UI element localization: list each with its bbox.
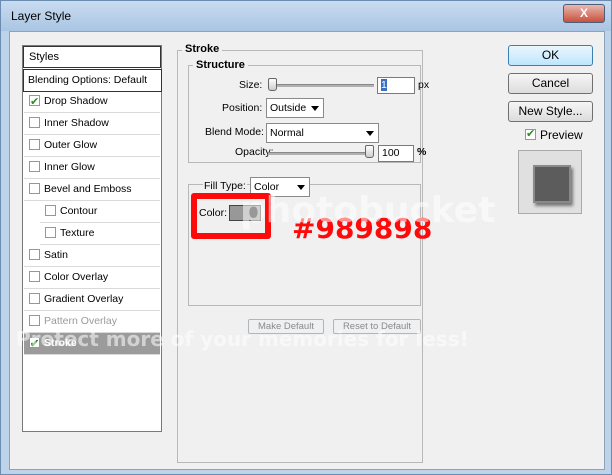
close-button[interactable]: X xyxy=(563,4,605,23)
style-item-contour[interactable]: Contour xyxy=(40,201,160,223)
style-checkbox[interactable] xyxy=(29,182,40,194)
size-unit: px xyxy=(418,79,430,91)
size-label: Size: xyxy=(239,79,263,91)
style-item-color-overlay[interactable]: Color Overlay xyxy=(24,267,160,289)
style-item-label: Inner Glow xyxy=(44,161,95,173)
style-item-gradient-overlay[interactable]: Gradient Overlay xyxy=(24,289,160,311)
watermark-tagline: Protect more of your memories for less! xyxy=(16,327,469,351)
size-slider-thumb[interactable] xyxy=(268,78,277,91)
style-checkbox[interactable] xyxy=(29,160,40,172)
style-preview xyxy=(518,150,582,214)
new-style-button[interactable]: New Style... xyxy=(508,101,593,122)
style-item-texture[interactable]: Texture xyxy=(40,223,160,245)
blend-mode-label: Blend Mode: xyxy=(205,126,264,138)
style-item-label: Outer Glow xyxy=(44,139,98,151)
preview-thumbnail xyxy=(533,165,571,203)
size-value-text: 1 xyxy=(381,79,387,91)
style-item-label: Blending Options: Default xyxy=(28,74,148,86)
position-label: Position: xyxy=(222,102,263,114)
style-checkbox[interactable] xyxy=(29,138,40,150)
styles-header: Styles xyxy=(23,46,161,68)
style-checkbox[interactable] xyxy=(29,314,40,326)
preview-label: Preview xyxy=(540,128,583,142)
styles-list: Styles Blending Options: Default Drop Sha… xyxy=(22,45,162,432)
preview-checkbox[interactable] xyxy=(525,126,536,142)
dialog-client-area: Styles Blending Options: Default Drop Sha… xyxy=(9,31,605,470)
opacity-unit: % xyxy=(417,146,427,158)
photobucket-watermark: photobucket xyxy=(240,190,496,231)
style-item-label: Contour xyxy=(60,205,98,217)
opacity-input[interactable]: 100 xyxy=(378,145,414,162)
style-item-satin[interactable]: Satin xyxy=(24,245,160,267)
style-checkbox[interactable] xyxy=(29,92,40,113)
size-slider-track[interactable] xyxy=(268,84,374,87)
position-value: Outside xyxy=(270,102,307,114)
opacity-slider-track[interactable] xyxy=(268,152,374,155)
window-title: Layer Style xyxy=(11,9,72,23)
style-item-label: Bevel and Emboss xyxy=(44,183,132,195)
style-checkbox[interactable] xyxy=(29,248,40,260)
style-item-label: Satin xyxy=(44,249,68,261)
preview-toggle[interactable]: Preview xyxy=(520,126,583,143)
style-item-label: Inner Shadow xyxy=(44,117,109,129)
title-bar: Layer Style X xyxy=(1,1,611,31)
opacity-value-text: 100 xyxy=(382,147,400,159)
style-checkbox[interactable] xyxy=(29,292,40,304)
style-item-label: Drop Shadow xyxy=(44,95,108,107)
opacity-slider-thumb[interactable] xyxy=(365,145,374,158)
style-item-label: Pattern Overlay xyxy=(44,315,117,327)
layer-style-window: Layer Style X Styles Blending Options: D… xyxy=(0,0,612,475)
style-item-blending-options-default[interactable]: Blending Options: Default xyxy=(23,69,162,92)
blend-mode-select[interactable]: Normal xyxy=(266,123,379,143)
structure-group-title: Structure xyxy=(193,59,248,71)
blend-mode-value: Normal xyxy=(270,127,304,139)
style-checkbox[interactable] xyxy=(29,116,40,128)
style-item-label: Texture xyxy=(60,227,95,239)
position-select[interactable]: Outside xyxy=(266,98,324,118)
style-checkbox[interactable] xyxy=(45,226,56,238)
stroke-group-title: Stroke xyxy=(182,43,223,55)
style-item-bevel-and-emboss[interactable]: Bevel and Emboss xyxy=(24,179,160,201)
style-checkbox[interactable] xyxy=(45,204,56,216)
ok-button[interactable]: OK xyxy=(508,45,593,66)
style-item-label: Color Overlay xyxy=(44,271,109,283)
chevron-down-icon xyxy=(366,131,374,136)
style-checkbox[interactable] xyxy=(29,270,40,282)
style-item-outer-glow[interactable]: Outer Glow xyxy=(24,135,160,157)
size-input[interactable]: 1 xyxy=(377,77,415,94)
chevron-down-icon xyxy=(311,106,319,111)
style-item-label: Gradient Overlay xyxy=(44,293,124,305)
style-item-inner-shadow[interactable]: Inner Shadow xyxy=(24,113,160,135)
style-item-inner-glow[interactable]: Inner Glow xyxy=(24,157,160,179)
cancel-button[interactable]: Cancel xyxy=(508,73,593,94)
style-item-drop-shadow[interactable]: Drop Shadow xyxy=(24,91,160,113)
